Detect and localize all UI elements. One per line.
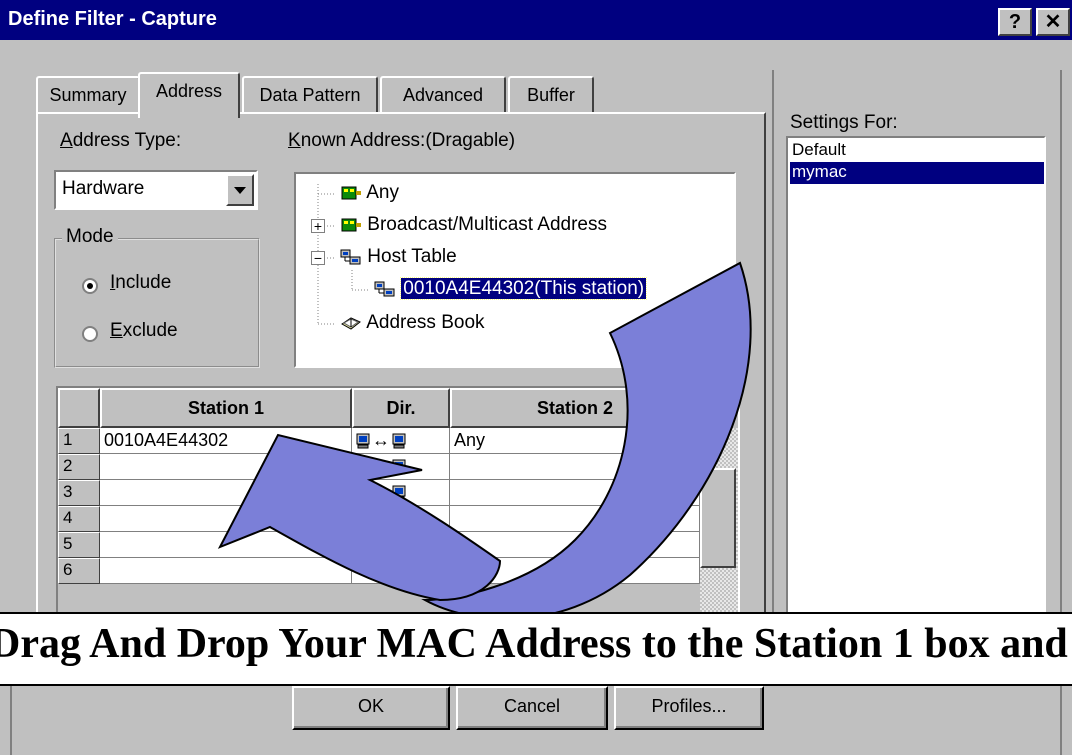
address-type-select[interactable]: Hardware bbox=[54, 170, 258, 210]
settings-item-default[interactable]: Default bbox=[790, 140, 1044, 162]
address-type-label: Address Type: bbox=[60, 130, 182, 151]
dir-cell[interactable]: ↔ bbox=[352, 454, 450, 480]
station-grid[interactable]: Station 1 Dir. Station 2 1 0010A4E44302 ↔ A… bbox=[56, 386, 740, 626]
tree-item-broadcast[interactable]: Broadcast/Multicast Address bbox=[340, 214, 607, 236]
station1-cell[interactable] bbox=[100, 558, 352, 584]
station1-cell[interactable]: 0010A4E44302 bbox=[100, 428, 352, 454]
station2-cell[interactable]: Any bbox=[450, 428, 700, 454]
help-button[interactable]: ? bbox=[998, 8, 1032, 36]
dropdown-button[interactable] bbox=[226, 174, 254, 206]
chevron-down-icon bbox=[234, 187, 246, 194]
tab-summary[interactable]: Summary bbox=[36, 76, 140, 116]
computer-icon bbox=[392, 430, 406, 450]
settings-for-label: Settings For: bbox=[790, 112, 898, 133]
direction-arrow: ↔ bbox=[372, 482, 390, 502]
computer-icon bbox=[356, 430, 370, 450]
instruction-text: Drag And Drop Your MAC Address to the St… bbox=[0, 621, 1068, 667]
computer-icon bbox=[392, 456, 406, 476]
direction-arrow: ↔ bbox=[372, 456, 390, 476]
station1-cell[interactable] bbox=[100, 454, 352, 480]
tab-advanced[interactable]: Advanced bbox=[380, 76, 506, 116]
row-number[interactable]: 5 bbox=[58, 532, 100, 558]
station1-cell[interactable] bbox=[100, 506, 352, 532]
station1-cell[interactable] bbox=[100, 480, 352, 506]
grid-corner-header bbox=[58, 388, 100, 428]
known-address-label: Known Address:(Dragable) bbox=[288, 130, 516, 151]
station2-cell[interactable] bbox=[450, 532, 700, 558]
include-radio[interactable] bbox=[82, 278, 98, 294]
host-table-icon bbox=[340, 249, 361, 265]
window-title: Define Filter - Capture bbox=[8, 8, 217, 30]
tree-item-address-book[interactable]: Address Book bbox=[340, 312, 485, 334]
grid-scrollbar[interactable] bbox=[700, 428, 738, 624]
station1-header[interactable]: Station 1 bbox=[100, 388, 352, 428]
station1-cell[interactable] bbox=[100, 532, 352, 558]
host-table-icon bbox=[374, 281, 395, 297]
dir-cell[interactable] bbox=[352, 532, 450, 558]
collapse-host-table-button[interactable]: − bbox=[311, 251, 325, 265]
network-card-icon bbox=[341, 186, 361, 200]
computer-icon bbox=[356, 482, 370, 502]
mode-legend: Mode bbox=[62, 226, 118, 248]
grid-header-filler bbox=[700, 388, 738, 428]
row-number[interactable]: 6 bbox=[58, 558, 100, 584]
panel-divider bbox=[772, 70, 774, 630]
tree-item-host-table[interactable]: Host Table bbox=[340, 246, 457, 268]
close-button[interactable]: ✕ bbox=[1036, 8, 1070, 36]
title-bar: Define Filter - Capture ? ✕ bbox=[0, 0, 1072, 42]
dir-cell[interactable]: ↔ bbox=[352, 428, 450, 454]
instruction-banner: Drag And Drop Your MAC Address to the St… bbox=[0, 612, 1072, 686]
known-address-tree[interactable]: + − Any Broadcast/Multicast Address Host… bbox=[294, 172, 736, 368]
network-card-icon bbox=[341, 218, 361, 232]
window-right-divider bbox=[1060, 70, 1072, 630]
tab-address[interactable]: Address bbox=[138, 72, 240, 118]
station2-cell[interactable] bbox=[450, 480, 700, 506]
row-number[interactable]: 1 bbox=[58, 428, 100, 454]
button-bar-edge bbox=[10, 686, 12, 755]
expand-broadcast-button[interactable]: + bbox=[311, 219, 325, 233]
computer-icon bbox=[356, 456, 370, 476]
direction-arrow: ↔ bbox=[372, 430, 390, 450]
exclude-label[interactable]: Exclude bbox=[110, 320, 178, 342]
address-book-icon bbox=[341, 317, 361, 330]
row-number[interactable]: 3 bbox=[58, 480, 100, 506]
scrollbar-thumb[interactable] bbox=[700, 468, 736, 568]
tree-item-this-station[interactable]: 0010A4E44302(This station) bbox=[374, 277, 648, 300]
button-bar-right-edge bbox=[1060, 686, 1072, 755]
station2-cell[interactable] bbox=[450, 558, 700, 584]
dir-cell[interactable]: ↔ bbox=[352, 480, 450, 506]
station2-header[interactable]: Station 2 bbox=[450, 388, 700, 428]
dir-cell[interactable] bbox=[352, 506, 450, 532]
row-number[interactable]: 4 bbox=[58, 506, 100, 532]
ok-button[interactable]: OK bbox=[292, 686, 450, 730]
tree-item-any[interactable]: Any bbox=[340, 182, 399, 204]
tab-buffer[interactable]: Buffer bbox=[508, 76, 594, 116]
station2-cell[interactable] bbox=[450, 506, 700, 532]
dir-header[interactable]: Dir. bbox=[352, 388, 450, 428]
station2-cell[interactable] bbox=[450, 454, 700, 480]
cancel-button[interactable]: Cancel bbox=[456, 686, 608, 730]
dir-cell[interactable] bbox=[352, 558, 450, 584]
computer-icon bbox=[392, 482, 406, 502]
radio-selected-dot bbox=[87, 283, 93, 289]
mode-groupbox bbox=[54, 238, 260, 368]
settings-for-list[interactable]: Default mymac bbox=[786, 136, 1046, 626]
address-type-value: Hardware bbox=[62, 178, 145, 199]
include-label[interactable]: Include bbox=[110, 272, 171, 294]
exclude-radio[interactable] bbox=[82, 326, 98, 342]
profiles-button[interactable]: Profiles... bbox=[614, 686, 764, 730]
row-number[interactable]: 2 bbox=[58, 454, 100, 480]
settings-item-mymac[interactable]: mymac bbox=[790, 162, 1044, 184]
tab-data-pattern[interactable]: Data Pattern bbox=[242, 76, 378, 116]
